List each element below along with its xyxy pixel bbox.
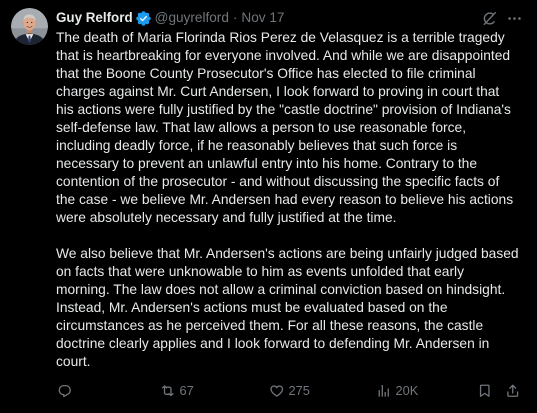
tweet-paragraph: The death of Maria Florinda Rios Perez d… (56, 29, 534, 227)
tweet-line: including deadly force, if he reasonably… (56, 138, 458, 153)
tweet-line: Instead, Mr. Andersen's actions must be … (56, 300, 448, 315)
tweet-header: Guy Relford @guyrelford · Nov 17 (56, 9, 285, 27)
views-button[interactable]: 20K (376, 383, 418, 399)
more-button[interactable] (505, 9, 523, 27)
tweet-line: on facts that were unknowable to him as … (56, 264, 465, 279)
header-separator: · (232, 10, 238, 25)
grok-button[interactable] (480, 9, 498, 27)
tweet-line: The death of Maria Florinda Rios Perez d… (56, 30, 505, 45)
tweet: Guy Relford @guyrelford · Nov 17 The dea… (0, 0, 537, 413)
tweet-line: that the Boone County Prosecutor's Offic… (56, 66, 476, 81)
more-icon[interactable] (506, 10, 523, 27)
tweet-line: that is heartbreaking for everyone invol… (56, 48, 511, 63)
verified-badge-icon[interactable] (135, 10, 151, 26)
views-count[interactable]: 20K (396, 383, 419, 399)
tweet-line: were absolutely necessary and fully just… (56, 210, 397, 225)
tweet-line: necessary to prevent an unlawful entry i… (56, 156, 478, 171)
reply-button[interactable] (57, 383, 73, 399)
bookmark-icon[interactable] (477, 383, 493, 399)
share-button[interactable] (505, 383, 521, 399)
like-button[interactable]: 275 (269, 383, 310, 399)
tweet-line: morning. The law does not allow a crimin… (56, 282, 506, 297)
repost-icon[interactable] (160, 383, 176, 399)
author-handle[interactable]: @guyrelford (155, 9, 229, 27)
views-icon[interactable] (376, 383, 392, 399)
author-name[interactable]: Guy Relford (56, 9, 133, 27)
tweet-line: contention of the prosecutor - and witho… (56, 174, 500, 189)
repost-button[interactable]: 67 (160, 383, 194, 399)
avatar[interactable] (11, 8, 48, 45)
tweet-line: doctrine clearly applies and I look forw… (56, 336, 490, 351)
tweet-line: We also believe that Mr. Andersen's acti… (56, 246, 519, 261)
tweet-line: court. (56, 354, 91, 369)
tweet-line: the case - we believe Mr. Andersen had e… (56, 192, 514, 207)
share-icon[interactable] (505, 383, 521, 399)
like-count[interactable]: 275 (289, 383, 310, 399)
reply-icon[interactable] (57, 383, 73, 399)
tweet-text: The death of Maria Florinda Rios Perez d… (56, 29, 534, 371)
post-date[interactable]: Nov 17 (241, 9, 284, 27)
tweet-line: self-defense law. That law allows a pers… (56, 120, 467, 135)
grok-icon[interactable] (481, 10, 498, 27)
tweet-line: circumstances as he perceived them. For … (56, 318, 484, 333)
tweet-line: charges against Mr. Curt Andersen, I loo… (56, 84, 500, 99)
heart-icon[interactable] (269, 383, 285, 399)
bookmark-button[interactable] (477, 383, 493, 399)
tweet-line: his actions were fully justified by the … (56, 102, 511, 117)
tweet-paragraph: We also believe that Mr. Andersen's acti… (56, 245, 534, 371)
repost-count[interactable]: 67 (180, 383, 194, 399)
